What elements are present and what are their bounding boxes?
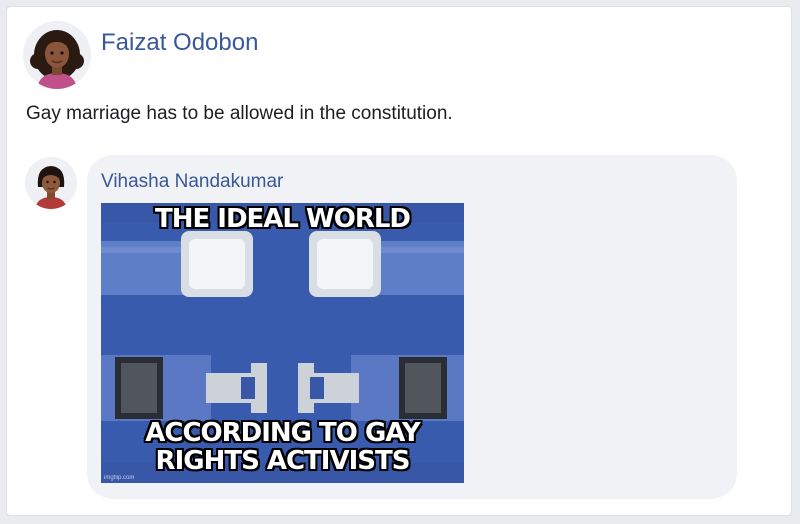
comment-author-name[interactable]: Vihasha Nandakumar	[101, 171, 283, 193]
post-card: Faizat Odobon Gay marriage has to be all…	[6, 6, 792, 516]
meme-bottom-caption-line-2: RIGHTS ACTIVISTS	[155, 446, 411, 476]
post-author-avatar[interactable]	[23, 21, 91, 89]
woman-avatar-icon	[25, 157, 77, 209]
comment-author-avatar[interactable]	[25, 157, 77, 209]
meme-bottom-caption: ACCORDING TO GAY RIGHTS ACTIVISTS	[101, 419, 464, 475]
meme-bottom-caption-line-1: ACCORDING TO GAY	[145, 418, 421, 448]
meme-top-caption: THE IDEAL WORLD	[154, 204, 411, 234]
comment-bubble: Vihasha Nandakumar THE IDEAL WORLD ACCOR…	[87, 155, 737, 499]
meme-watermark: imgflip.com	[104, 475, 135, 481]
woman-avatar-icon	[23, 21, 91, 89]
comment-meme-image[interactable]: THE IDEAL WORLD ACCORDING TO GAY RIGHTS …	[101, 203, 464, 483]
post-author-name[interactable]: Faizat Odobon	[101, 29, 258, 57]
post-text: Gay marriage has to be allowed in the co…	[26, 103, 453, 124]
